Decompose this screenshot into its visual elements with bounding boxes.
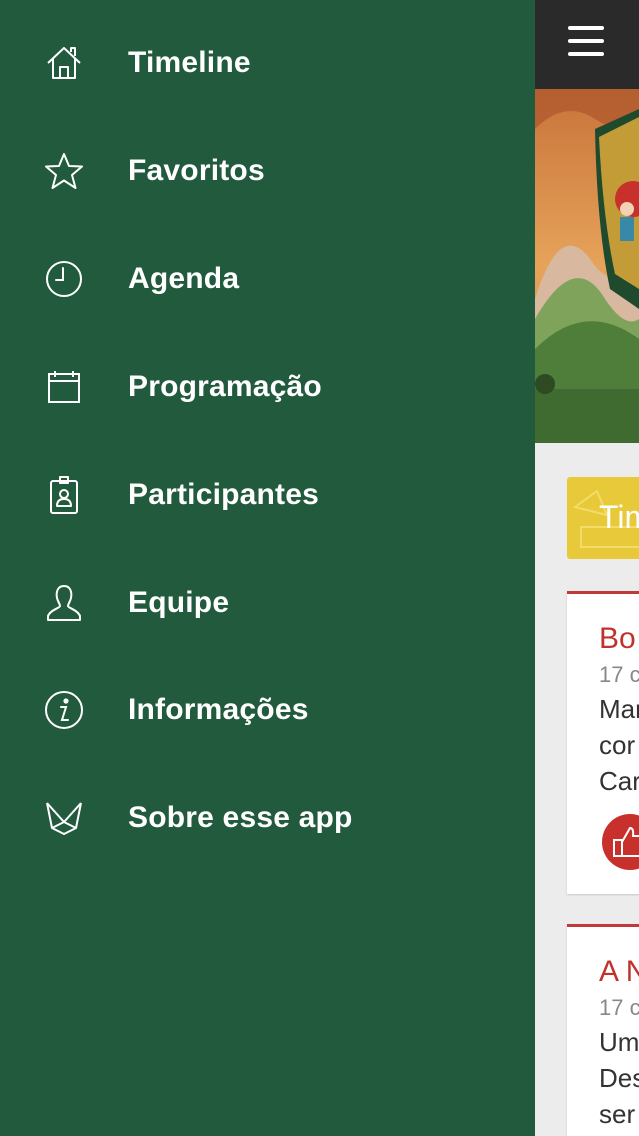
info-icon	[42, 688, 86, 732]
thumbs-up-icon	[613, 826, 639, 857]
main-content: Tim Bo 17 c Mar cor Car A N 17 c Um Des …	[535, 0, 639, 1136]
menu-item-programacao[interactable]: Programação	[0, 333, 535, 441]
menu-item-favoritos[interactable]: Favoritos	[0, 117, 535, 225]
card-title: A N	[599, 955, 639, 988]
menu-label: Participantes	[128, 478, 320, 511]
menu-item-sobre[interactable]: Sobre esse app	[0, 764, 535, 872]
card-text-line: Des	[599, 1063, 639, 1093]
menu-label: Favoritos	[128, 154, 265, 187]
card-text-line: Mar	[599, 694, 639, 724]
badge-icon	[42, 473, 86, 517]
menu-label: Programação	[128, 370, 322, 403]
hamburger-menu-icon[interactable]	[568, 26, 604, 58]
menu-label: Sobre esse app	[128, 801, 353, 834]
calendar-icon	[42, 365, 86, 409]
person-icon	[42, 581, 86, 625]
timeline-card[interactable]: Bo 17 c Mar cor Car	[567, 591, 639, 894]
menu-item-participantes[interactable]: Participantes	[0, 441, 535, 549]
card-text-line: Car	[599, 766, 639, 796]
home-icon	[42, 41, 86, 85]
navigation-drawer: Timeline Favoritos Agenda Programação Pa…	[0, 0, 535, 1136]
card-title: Bo	[599, 622, 636, 655]
card-text-line: cor	[599, 730, 636, 760]
card-text-line: ser	[599, 1099, 636, 1129]
menu-label: Timeline	[128, 46, 251, 79]
timeline-tab[interactable]: Tim	[567, 477, 639, 559]
card-text-line: Um	[599, 1027, 639, 1057]
menu-item-equipe[interactable]: Equipe	[0, 549, 535, 657]
star-icon	[42, 149, 86, 193]
menu-label: Equipe	[128, 586, 230, 619]
card-date: 17 c	[599, 662, 639, 687]
menu-item-agenda[interactable]: Agenda	[0, 225, 535, 333]
menu-label: Informações	[128, 693, 309, 726]
menu-label: Agenda	[128, 262, 240, 295]
timeline-card[interactable]: A N 17 c Um Des ser	[567, 924, 639, 1136]
event-banner-image	[535, 89, 639, 443]
menu-item-timeline[interactable]: Timeline	[0, 9, 535, 117]
envelope-icon	[42, 796, 86, 840]
clock-icon	[42, 257, 86, 301]
top-app-bar	[535, 0, 639, 89]
card-date: 17 c	[599, 995, 639, 1020]
timeline-tab-label: Tim	[599, 499, 639, 535]
like-button[interactable]	[602, 814, 639, 870]
menu-item-informacoes[interactable]: Informações	[0, 656, 535, 764]
